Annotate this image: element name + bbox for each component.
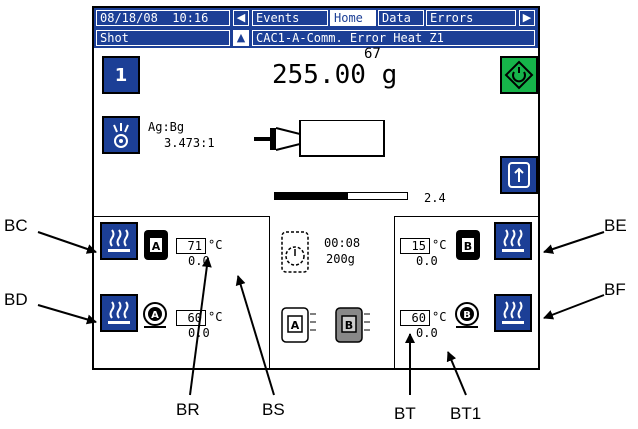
callout-bt: BT	[394, 404, 416, 423]
callout-bc: BC	[4, 216, 28, 235]
callout-bf: BF	[604, 280, 626, 299]
callout-arrows	[37, 231, 605, 396]
callout-be: BE	[604, 216, 627, 235]
callout-bt1: BT1	[450, 404, 482, 423]
callout-bd: BD	[4, 290, 28, 309]
callout-bs: BS	[262, 400, 285, 419]
callout-br: BR	[176, 400, 200, 419]
